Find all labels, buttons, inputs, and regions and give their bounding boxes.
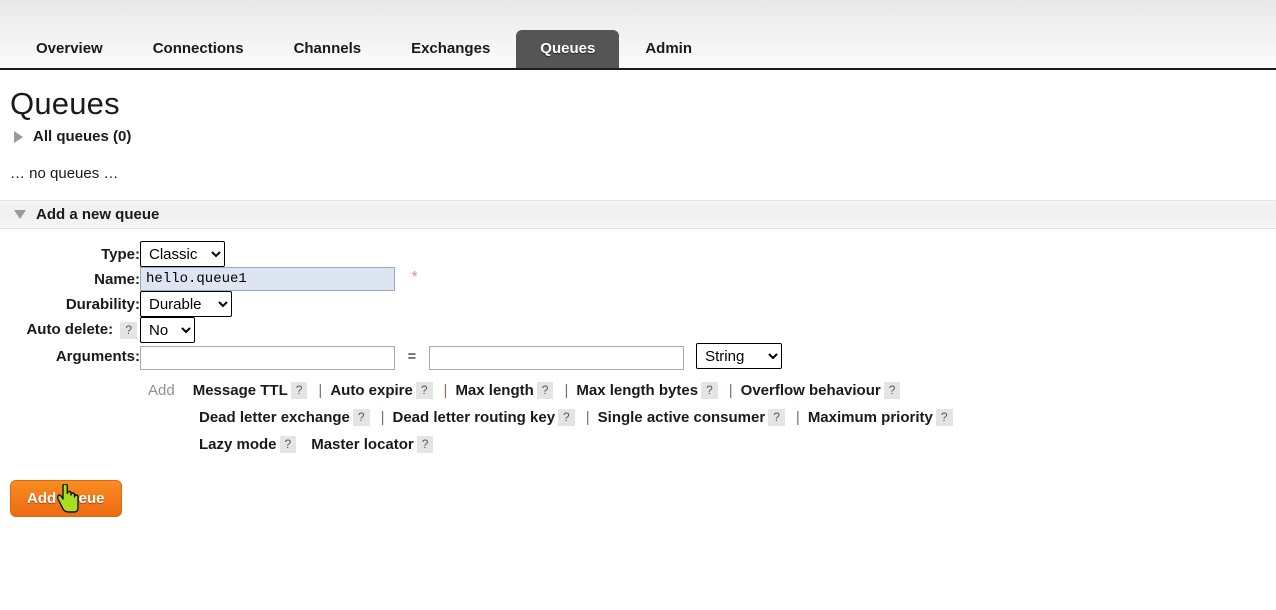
form-row-name: Name: * (0, 267, 782, 291)
preset-separator: | (585, 408, 590, 426)
help-icon-max-length-bytes[interactable]: ? (701, 381, 718, 399)
help-icon-max-length[interactable]: ? (536, 381, 554, 399)
argument-preset-auto-expire[interactable]: Auto expire (330, 377, 413, 404)
add-argument-label: Add (148, 381, 175, 399)
add-queue-form-table: Type: ClassicQuorum Name: * Durability: … (0, 241, 783, 370)
auto-delete-help-icon[interactable]: ? (120, 321, 137, 339)
argument-preset-master-locator[interactable]: Master locator (311, 431, 414, 458)
required-asterisk: * (411, 268, 418, 286)
preset-separator: | (318, 381, 323, 399)
help-icon-auto-expire[interactable]: ? (415, 381, 433, 399)
help-icon-lazy-mode[interactable]: ? (279, 435, 297, 453)
argument-preset-max-length[interactable]: Max length (455, 377, 533, 404)
nav-tab-connections[interactable]: Connections (129, 30, 268, 68)
help-icon-message-ttl[interactable]: ? (290, 381, 308, 399)
arguments-label: Arguments: (55, 347, 140, 365)
preset-separator: | (564, 381, 569, 399)
nav-tab-overview[interactable]: Overview (12, 30, 127, 68)
preset-separator: | (795, 408, 800, 426)
name-label: Name: (94, 270, 140, 288)
nav-tab-admin[interactable]: Admin (621, 30, 716, 68)
add-queue-form: Type: ClassicQuorum Name: * Durability: … (0, 229, 1276, 458)
argument-preset-lazy-mode[interactable]: Lazy mode (199, 431, 277, 458)
add-new-queue-section-toggle[interactable]: Add a new queue (0, 200, 1276, 229)
add-new-queue-label: Add a new queue (36, 206, 160, 223)
nav-tab-list: Overview Connections Channels Exchanges Queu… (0, 30, 718, 68)
submit-area: Add queue (0, 458, 1276, 517)
argument-type-select[interactable]: StringNumberBooleanList (696, 343, 783, 369)
equals-sign: = (407, 347, 417, 365)
argument-preset-maximum-priority[interactable]: Maximum priority (808, 404, 933, 431)
nav-tab-queues[interactable]: Queues (516, 30, 620, 68)
all-queues-label: All queues (0) (33, 128, 132, 145)
argument-preset-row: Lazy mode? Master locator? (148, 431, 1130, 458)
argument-preset-single-active-consumer[interactable]: Single active consumer (598, 404, 766, 431)
argument-value-input[interactable] (428, 345, 684, 370)
durability-select[interactable]: DurableTransient (140, 291, 232, 317)
page-content: Queues All queues (0) … no queues … Add … (0, 70, 1276, 517)
argument-preset-message-ttl[interactable]: Message TTL (193, 377, 288, 404)
preset-separator: | (380, 408, 385, 426)
help-icon-master-locator[interactable]: ? (416, 435, 434, 453)
durability-label: Durability: (65, 295, 140, 313)
help-icon-dead-letter-exchange[interactable]: ? (352, 408, 370, 426)
form-row-type: Type: ClassicQuorum (0, 241, 782, 267)
auto-delete-label: Auto delete: (26, 321, 114, 339)
help-icon-single-active-consumer[interactable]: ? (768, 408, 785, 426)
help-icon-maximum-priority[interactable]: ? (935, 408, 953, 426)
preset-separator: | (728, 381, 733, 399)
help-icon-overflow-behaviour[interactable]: ? (883, 381, 901, 399)
auto-delete-select[interactable]: NoYes (140, 317, 195, 343)
argument-preset-dead-letter-exchange[interactable]: Dead letter exchange (199, 404, 350, 431)
argument-preset-overflow-behaviour[interactable]: Overflow behaviour (741, 377, 881, 404)
chevron-down-icon (14, 210, 26, 219)
type-label: Type: (101, 245, 140, 263)
add-queue-button[interactable]: Add queue (10, 479, 122, 517)
form-row-durability: Durability: DurableTransient (0, 291, 782, 317)
argument-preset-dead-letter-routing-key[interactable]: Dead letter routing key (393, 404, 556, 431)
argument-preset-max-length-bytes[interactable]: Max length bytes (576, 377, 698, 404)
argument-preset-row: Dead letter exchange? | Dead letter routin… (148, 404, 1130, 431)
queue-name-input[interactable] (140, 267, 395, 291)
top-navigation-bar: Overview Connections Channels Exchanges Queu… (0, 0, 1276, 70)
empty-queues-message: … no queues … (10, 165, 119, 182)
all-queues-toggle[interactable]: All queues (0) (0, 122, 1276, 145)
form-row-auto-delete: Auto delete: ? NoYes (0, 317, 782, 343)
form-row-arguments: Arguments: = StringNumberBooleanList (0, 343, 783, 370)
argument-preset-row: Add Message TTL? | Auto expire? | Max length?… (148, 377, 1130, 404)
type-select[interactable]: ClassicQuorum (140, 241, 225, 267)
nav-tab-exchanges[interactable]: Exchanges (387, 30, 514, 68)
chevron-right-icon (14, 130, 23, 143)
argument-preset-links: Add Message TTL? | Auto expire? | Max length?… (0, 370, 1130, 458)
nav-tab-channels[interactable]: Channels (270, 30, 386, 68)
preset-separator: | (443, 381, 448, 399)
page-title: Queues (10, 86, 120, 121)
argument-key-input[interactable] (140, 345, 395, 370)
help-icon-dead-letter-routing-key[interactable]: ? (558, 408, 575, 426)
